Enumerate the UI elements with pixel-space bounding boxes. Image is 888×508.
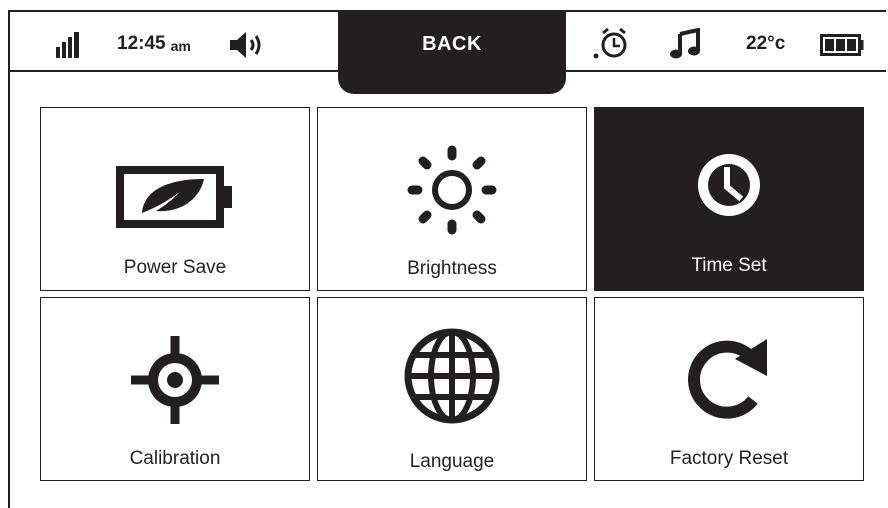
ampm-text: am [170, 37, 191, 54]
tile-brightness[interactable]: Brightness [317, 107, 587, 291]
tile-label: Calibration [129, 448, 221, 469]
tile-label: Brightness [407, 258, 497, 279]
tile-label: Time Set [691, 255, 767, 276]
signal-bars-icon [56, 32, 82, 58]
tile-label: Language [409, 451, 495, 472]
tile-factory-reset[interactable]: Factory Reset [594, 297, 864, 481]
tile-time-set[interactable]: Time Set [594, 107, 864, 291]
rotate-arrow-icon [595, 332, 863, 428]
back-button-label: BACK [422, 33, 482, 55]
speaker-volume-icon[interactable] [228, 31, 266, 59]
tile-label: Power Save [123, 257, 227, 278]
clock-time: 12:45 am [117, 33, 191, 55]
tile-power-save[interactable]: Power Save [40, 107, 310, 291]
tile-calibration[interactable]: Calibration [40, 297, 310, 481]
sun-icon [318, 144, 586, 236]
alarm-clock-icon[interactable] [592, 27, 632, 61]
crosshair-icon [41, 334, 309, 426]
temperature-text: 22°c [746, 33, 786, 54]
music-note-icon[interactable] [670, 28, 702, 60]
battery-leaf-icon [41, 166, 309, 228]
back-button[interactable]: BACK [338, 10, 566, 94]
time-text: 12:45 [117, 33, 166, 54]
clock-icon [595, 150, 863, 220]
battery-full-icon [820, 34, 864, 56]
tile-label: Factory Reset [669, 448, 789, 469]
tile-language[interactable]: Language [317, 297, 587, 481]
temperature: 22°c [746, 33, 785, 55]
globe-icon [318, 326, 586, 426]
